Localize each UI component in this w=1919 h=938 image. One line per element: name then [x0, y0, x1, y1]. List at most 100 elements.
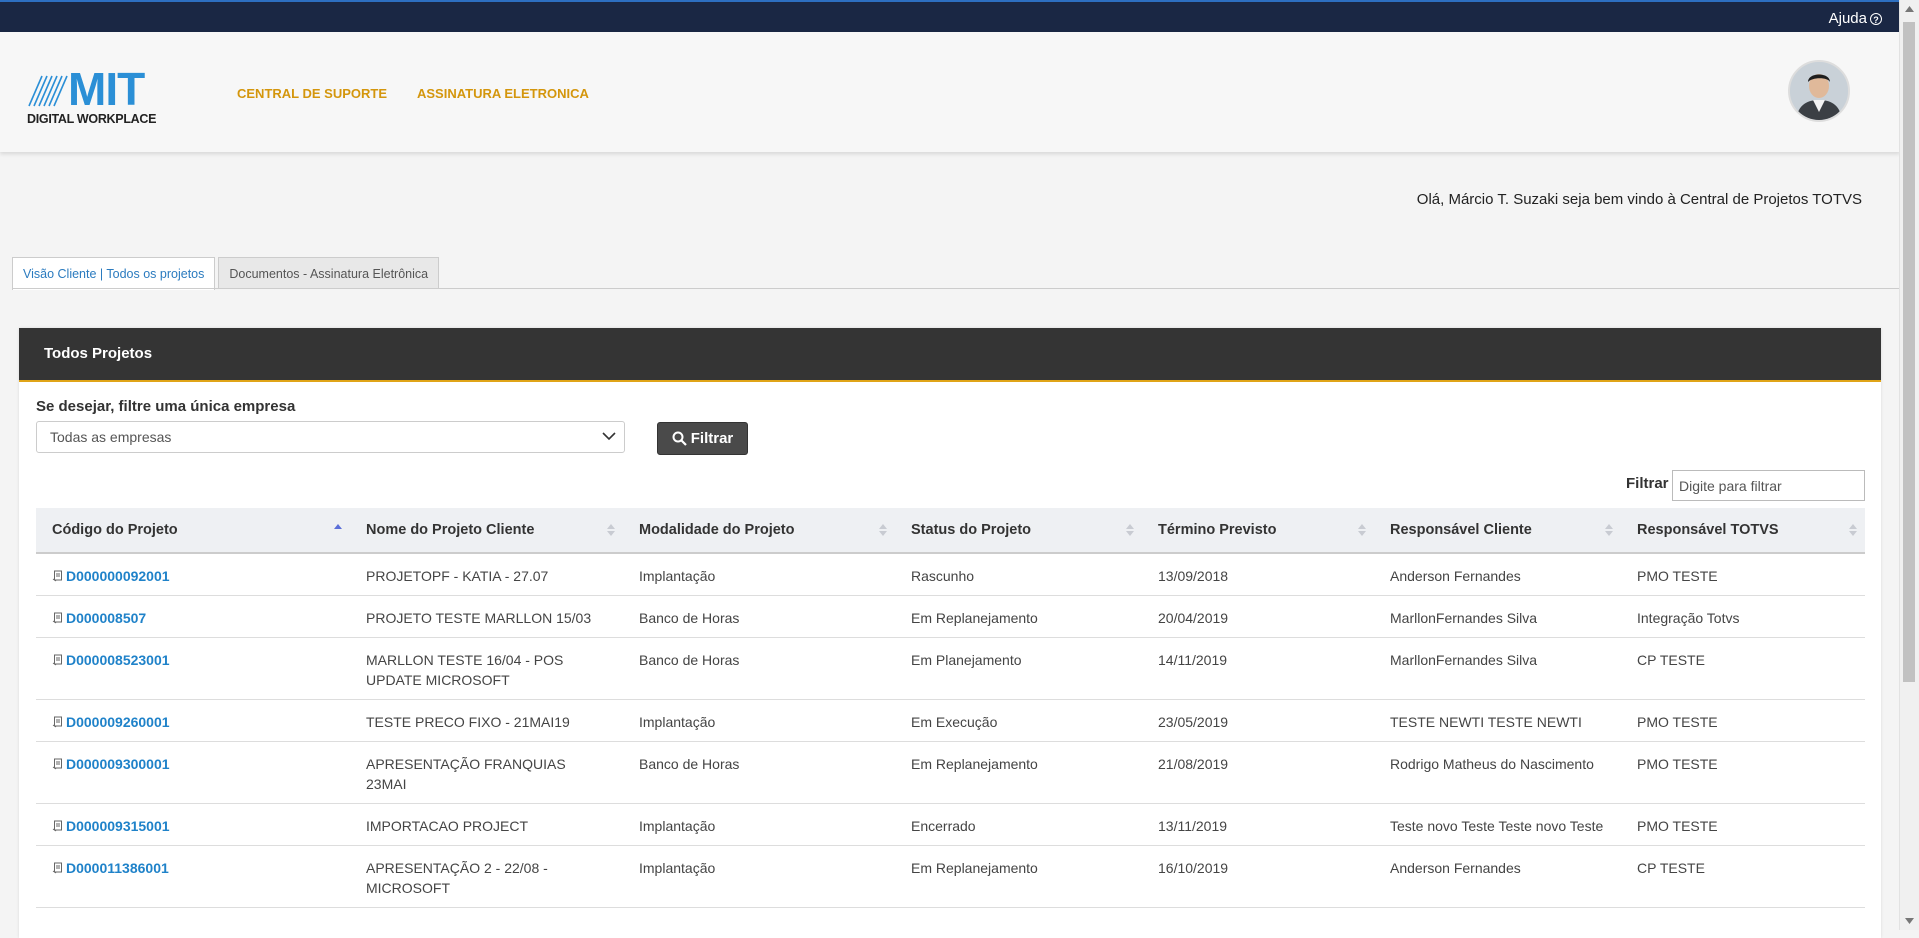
table-cell[interactable]: D000008523001: [36, 637, 350, 700]
logo-brand: MIT: [68, 63, 145, 115]
cell-text: 16/10/2019: [1158, 860, 1229, 876]
table-cell: CP TESTE: [1621, 637, 1865, 700]
table-cell: TESTE PRECO FIXO - 21MAI19: [350, 699, 623, 742]
project-code-link[interactable]: D000009260001: [66, 714, 170, 730]
cell-text: Implantação: [639, 568, 716, 584]
column-label: Responsável TOTVS: [1637, 522, 1779, 538]
sort-icon: [1849, 524, 1857, 536]
column-label: Nome do Projeto Cliente: [366, 522, 535, 538]
table-row[interactable]: D000009300001 APRESENTAÇÃO FRANQUIAS 23MA…: [36, 741, 1865, 804]
table-cell: Teste novo Teste Teste novo Teste: [1374, 803, 1621, 846]
help-link[interactable]: Ajuda ?: [1829, 10, 1882, 27]
nav-central-de-suporte[interactable]: CENTRAL DE SUPORTE: [237, 86, 387, 101]
table-cell[interactable]: D000009260001: [36, 699, 350, 742]
col-termino-previsto[interactable]: Término Previsto: [1142, 508, 1374, 554]
table-cell: APRESENTAÇÃO 2 - 22/08 - MICROSOFT: [350, 845, 623, 908]
table-row[interactable]: D000008507 PROJETO TESTE MARLLON 15/03 Ban…: [36, 595, 1865, 638]
cell-text: Em Replanejamento: [911, 756, 1038, 772]
cell-text: PMO TESTE: [1637, 756, 1718, 772]
tab-documentos-assinatura[interactable]: Documentos - Assinatura Eletrônica: [218, 257, 440, 289]
col-responsavel-cliente[interactable]: Responsável Cliente: [1374, 508, 1621, 554]
column-label: Término Previsto: [1158, 522, 1277, 538]
table-cell[interactable]: D000009315001: [36, 803, 350, 846]
col-codigo-projeto[interactable]: Código do Projeto: [36, 508, 350, 554]
cell-text: PROJETOPF - KATIA - 27.07: [366, 568, 549, 584]
user-photo: [1790, 62, 1848, 120]
cell-text: Anderson Fernandes: [1390, 860, 1521, 876]
cell-text: PMO TESTE: [1637, 818, 1718, 834]
project-document-icon: [52, 820, 62, 832]
cell-text: Banco de Horas: [639, 756, 740, 772]
cell-text: Anderson Fernandes: [1390, 568, 1521, 584]
col-status[interactable]: Status do Projeto: [895, 508, 1142, 554]
table-cell: Anderson Fernandes: [1374, 553, 1621, 596]
table-cell: Integração Totvs: [1621, 595, 1865, 638]
cell-text: Implantação: [639, 818, 716, 834]
table-cell[interactable]: D000009300001: [36, 741, 350, 804]
sort-icon: [879, 524, 887, 536]
table-cell: Implantação: [623, 699, 895, 742]
project-code-link[interactable]: D000008523001: [66, 652, 170, 668]
cell-text: TESTE PRECO FIXO - 21MAI19: [366, 714, 570, 730]
cell-text: Implantação: [639, 860, 716, 876]
table-cell: Implantação: [623, 803, 895, 846]
table-cell: Em Planejamento: [895, 637, 1142, 700]
project-document-icon: [52, 862, 62, 874]
table-cell: 16/10/2019: [1142, 845, 1374, 908]
table-row[interactable]: D000009315001 IMPORTACAO PROJECT Implantaç…: [36, 803, 1865, 846]
projects-table: Código do Projeto Nome do Projeto Client…: [36, 508, 1865, 908]
table-row[interactable]: D000009260001 TESTE PRECO FIXO - 21MAI19 I…: [36, 699, 1865, 742]
cell-text: Em Planejamento: [911, 652, 1022, 668]
table-cell: Banco de Horas: [623, 741, 895, 804]
cell-text: 14/11/2019: [1158, 652, 1228, 668]
table-row[interactable]: D000000092001 PROJETOPF - KATIA - 27.07 Im…: [36, 553, 1865, 596]
cell-text: Rascunho: [911, 568, 975, 584]
scroll-up-icon[interactable]: [1905, 6, 1914, 12]
header: MIT DIGITAL WORKPLACE CENTRAL DE SUPORTE…: [0, 32, 1900, 152]
table-cell: Em Replanejamento: [895, 595, 1142, 638]
nav-assinatura-eletronica[interactable]: ASSINATURA ELETRONICA: [417, 86, 589, 101]
cell-text: APRESENTAÇÃO 2 - 22/08 - MICROSOFT: [366, 860, 548, 896]
col-nome-projeto[interactable]: Nome do Projeto Cliente: [350, 508, 623, 554]
cell-text: Banco de Horas: [639, 652, 740, 668]
table-filter-input[interactable]: [1672, 470, 1865, 501]
top-bar: Ajuda ?: [0, 0, 1900, 32]
table-cell[interactable]: D000000092001: [36, 553, 350, 596]
table-cell: Implantação: [623, 553, 895, 596]
table-cell[interactable]: D000008507: [36, 595, 350, 638]
table-cell: Encerrado: [895, 803, 1142, 846]
cell-text: 23/05/2019: [1158, 714, 1229, 730]
projects-panel: Todos Projetos Se desejar, filtre uma ún…: [19, 328, 1881, 938]
table-cell: Anderson Fernandes: [1374, 845, 1621, 908]
project-code-link[interactable]: D000009300001: [66, 756, 170, 772]
col-responsavel-totvs[interactable]: Responsável TOTVS: [1621, 508, 1865, 554]
table-cell: PMO TESTE: [1621, 699, 1865, 742]
tab-visao-cliente[interactable]: Visão Cliente | Todos os projetos: [12, 257, 216, 290]
project-document-icon: [52, 654, 62, 666]
cell-text: 13/09/2018: [1158, 568, 1229, 584]
vertical-scrollbar[interactable]: [1899, 0, 1919, 930]
sort-icon: [1358, 524, 1366, 536]
logo-subtitle: DIGITAL WORKPLACE: [27, 112, 157, 126]
project-code-link[interactable]: D000008507: [66, 610, 146, 626]
table-cell: PMO TESTE: [1621, 803, 1865, 846]
table-cell: MarllonFernandes Silva: [1374, 637, 1621, 700]
tab-bar: Visão Cliente | Todos os projetos Docume…: [12, 257, 440, 290]
cell-text: PMO TESTE: [1637, 714, 1718, 730]
project-code-link[interactable]: D000000092001: [66, 568, 170, 584]
avatar[interactable]: [1788, 60, 1850, 122]
table-row[interactable]: D000011386001 APRESENTAÇÃO 2 - 22/08 - MI…: [36, 845, 1865, 908]
logo[interactable]: MIT DIGITAL WORKPLACE: [26, 66, 157, 130]
project-document-icon: [52, 570, 62, 582]
col-modalidade[interactable]: Modalidade do Projeto: [623, 508, 895, 554]
project-code-link[interactable]: D000011386001: [66, 860, 169, 876]
company-select[interactable]: Todas as empresas: [36, 421, 625, 453]
scroll-down-icon[interactable]: [1905, 918, 1914, 924]
table-cell: PROJETO TESTE MARLLON 15/03: [350, 595, 623, 638]
filter-button[interactable]: Filtrar: [657, 422, 748, 455]
cell-text: Rodrigo Matheus do Nascimento: [1390, 756, 1594, 772]
table-cell[interactable]: D000011386001: [36, 845, 350, 908]
table-row[interactable]: D000008523001 MARLLON TESTE 16/04 - POS U…: [36, 637, 1865, 700]
project-code-link[interactable]: D000009315001: [66, 818, 170, 834]
scrollbar-thumb[interactable]: [1903, 22, 1915, 682]
